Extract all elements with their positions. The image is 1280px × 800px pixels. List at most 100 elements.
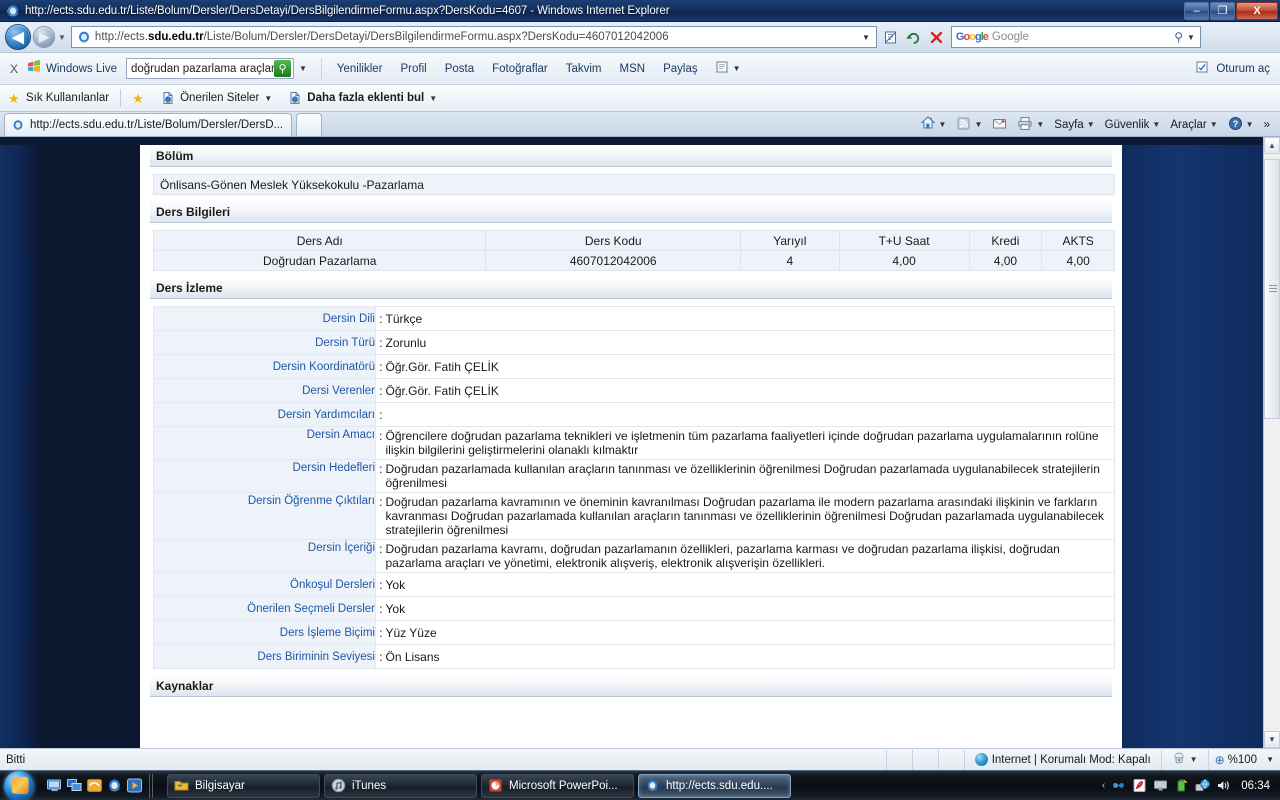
live-search-caret[interactable]: ▼ — [294, 64, 315, 73]
network-icon[interactable] — [1195, 778, 1211, 793]
taskbar-clock[interactable]: 06:34 — [1237, 780, 1270, 792]
back-button[interactable]: ◀ — [5, 24, 31, 50]
detail-row: Dersi Verenler : Öğr.Gör. Fatih ÇELİK — [153, 378, 1115, 403]
page-icon — [161, 91, 175, 105]
status-cell-3 — [937, 749, 964, 770]
feeds-button[interactable]: ▼ — [952, 116, 986, 134]
live-link-posta[interactable]: Posta — [436, 63, 483, 75]
scroll-down-arrow-icon[interactable]: ▼ — [1264, 731, 1280, 748]
adobe-reader-icon[interactable] — [1132, 778, 1147, 793]
live-link-yenilikler[interactable]: Yenilikler — [328, 63, 392, 75]
monitor-icon[interactable] — [1153, 778, 1168, 793]
detail-row: Önkoşul Dersleri : Yok — [153, 572, 1115, 597]
toolbar-separator — [320, 58, 322, 79]
search-provider-caret[interactable]: ▼ — [1187, 33, 1200, 42]
section-header-bolum: Bölüm — [150, 145, 1112, 167]
search-icon[interactable]: ⚲ — [1174, 30, 1187, 44]
add-to-favorites-button[interactable]: ★ — [124, 92, 153, 105]
home-button[interactable]: ▼ — [916, 115, 951, 134]
safety-menu-button[interactable]: Güvenlik ▼ — [1101, 119, 1165, 131]
taskbar-item-itunes[interactable]: iTunes — [324, 773, 477, 798]
detail-label: Dersin Yardımcıları — [153, 402, 376, 427]
maximize-button[interactable]: ❐ — [1210, 1, 1235, 20]
switch-window-icon[interactable] — [66, 777, 83, 794]
forward-button[interactable]: ▶ — [33, 26, 55, 48]
page-menu-button[interactable]: Sayfa ▼ — [1050, 119, 1098, 131]
live-panel-button[interactable]: ▼ — [707, 60, 749, 77]
detail-label: Ders Biriminin Seviyesi — [153, 644, 376, 669]
live-link-paylas[interactable]: Paylaş — [654, 63, 707, 75]
search-input[interactable]: Google Google ⚲ ▼ — [950, 26, 1201, 48]
live-search-input[interactable]: doğrudan pazarlama araçları ⚲ — [125, 58, 294, 79]
print-button[interactable]: ▼ — [1013, 116, 1048, 134]
suggested-sites-button[interactable]: Önerilen Siteler ▼ — [153, 91, 280, 105]
detail-colon: : — [375, 459, 386, 493]
zoom-caret[interactable]: ▼ — [1260, 755, 1274, 764]
battery-icon[interactable] — [1174, 778, 1189, 793]
detail-label: Dersi Verenler — [153, 378, 376, 403]
taskbar-item-bilgisayar[interactable]: Bilgisayar — [167, 773, 320, 798]
taskbar-item-powerpoint[interactable]: Microsoft PowerPoi... — [481, 773, 634, 798]
more-addons-button[interactable]: Daha fazla eklenti bul ▼ — [280, 91, 445, 105]
scrollbar-grip-icon — [1269, 285, 1277, 293]
favorites-button[interactable]: ★ Sık Kullanılanlar — [0, 92, 117, 105]
window-controls: – ❐ X — [1183, 1, 1280, 21]
live-link-takvim[interactable]: Takvim — [557, 63, 611, 75]
live-link-fotograflar[interactable]: Fotoğraflar — [483, 63, 557, 75]
close-toolbar-button[interactable]: X — [0, 62, 27, 76]
volume-icon[interactable] — [1216, 778, 1231, 793]
star-icon: ★ — [8, 90, 20, 106]
close-button[interactable]: X — [1236, 1, 1278, 20]
taskbar-item-internet-explorer[interactable]: http://ects.sdu.edu.... — [638, 773, 791, 798]
command-overflow-button[interactable]: » — [1260, 119, 1274, 131]
media-player-icon[interactable] — [126, 777, 143, 794]
tray-expand-icon[interactable]: ‹ — [1102, 780, 1105, 791]
zoom-level-label: %100 — [1227, 753, 1258, 766]
recent-pages-caret[interactable]: ▼ — [58, 33, 66, 42]
section-header-ders-izleme: Ders İzleme — [150, 277, 1112, 299]
tab-ects-course[interactable]: http://ects.sdu.edu.tr/Liste/Bolum/Dersl… — [4, 113, 293, 136]
protected-mode-button[interactable]: ▼ — [1160, 749, 1208, 770]
signin-label[interactable]: Oturum aç — [1216, 63, 1270, 75]
live-search-go-icon[interactable]: ⚲ — [273, 60, 291, 77]
col-ders-adi: Ders Adı — [152, 230, 487, 251]
detail-row: Dersin Amacı : Öğrencilere doğrudan paza… — [153, 426, 1115, 460]
address-input[interactable]: http://ects.sdu.edu.tr/Liste/Bolum/Dersl… — [70, 26, 877, 48]
live-panel-caret: ▼ — [732, 64, 741, 73]
msn-butterfly-icon[interactable] — [1111, 778, 1126, 793]
show-desktop-icon[interactable] — [46, 777, 63, 794]
start-button[interactable] — [4, 770, 34, 800]
bolum-value: Önlisans-Gönen Meslek Yüksekokulu -Pazar… — [153, 174, 1115, 195]
new-tab-button[interactable] — [296, 113, 323, 136]
page-menu-label: Sayfa — [1054, 118, 1084, 131]
detail-colon: : — [375, 644, 386, 669]
detail-colon: : — [375, 620, 386, 645]
scrollbar-thumb[interactable] — [1264, 159, 1280, 419]
live-link-profil[interactable]: Profil — [392, 63, 436, 75]
address-dropdown-caret[interactable]: ▼ — [858, 33, 876, 42]
help-button[interactable]: ? ▼ — [1224, 116, 1258, 134]
page-vertical-scrollbar[interactable]: ▲ ▼ — [1263, 137, 1280, 748]
page-viewport: Bölüm Önlisans-Gönen Meslek Yüksekokulu … — [0, 137, 1280, 748]
minimize-button[interactable]: – — [1184, 1, 1209, 20]
detail-value: Zorunlu — [385, 330, 1115, 355]
folder-icon — [174, 778, 189, 793]
zoom-control[interactable]: ⊕ %100 ▼ — [1207, 749, 1280, 770]
live-link-msn[interactable]: MSN — [611, 63, 655, 75]
internet-globe-icon — [974, 753, 988, 766]
internet-explorer-icon[interactable] — [106, 777, 123, 794]
security-zone-indicator[interactable]: Internet | Korumalı Mod: Kapalı — [963, 749, 1161, 770]
detail-label: Önerilen Seçmeli Dersler — [153, 596, 376, 621]
windows-media-icon[interactable] — [86, 777, 103, 794]
stop-button[interactable] — [926, 27, 948, 48]
scroll-up-arrow-icon[interactable]: ▲ — [1264, 137, 1280, 154]
windows-live-brand[interactable]: Windows Live — [27, 59, 126, 77]
mail-button[interactable] — [988, 117, 1011, 133]
powerpoint-icon — [488, 778, 503, 793]
refresh-button[interactable] — [903, 27, 925, 48]
compatibility-view-button[interactable] — [880, 27, 902, 48]
taskbar-item-label: iTunes — [352, 779, 387, 792]
detail-value: Yüz Yüze — [385, 620, 1115, 645]
detail-row: Önerilen Seçmeli Dersler : Yok — [153, 596, 1115, 621]
tools-menu-button[interactable]: Araçlar ▼ — [1166, 119, 1221, 131]
